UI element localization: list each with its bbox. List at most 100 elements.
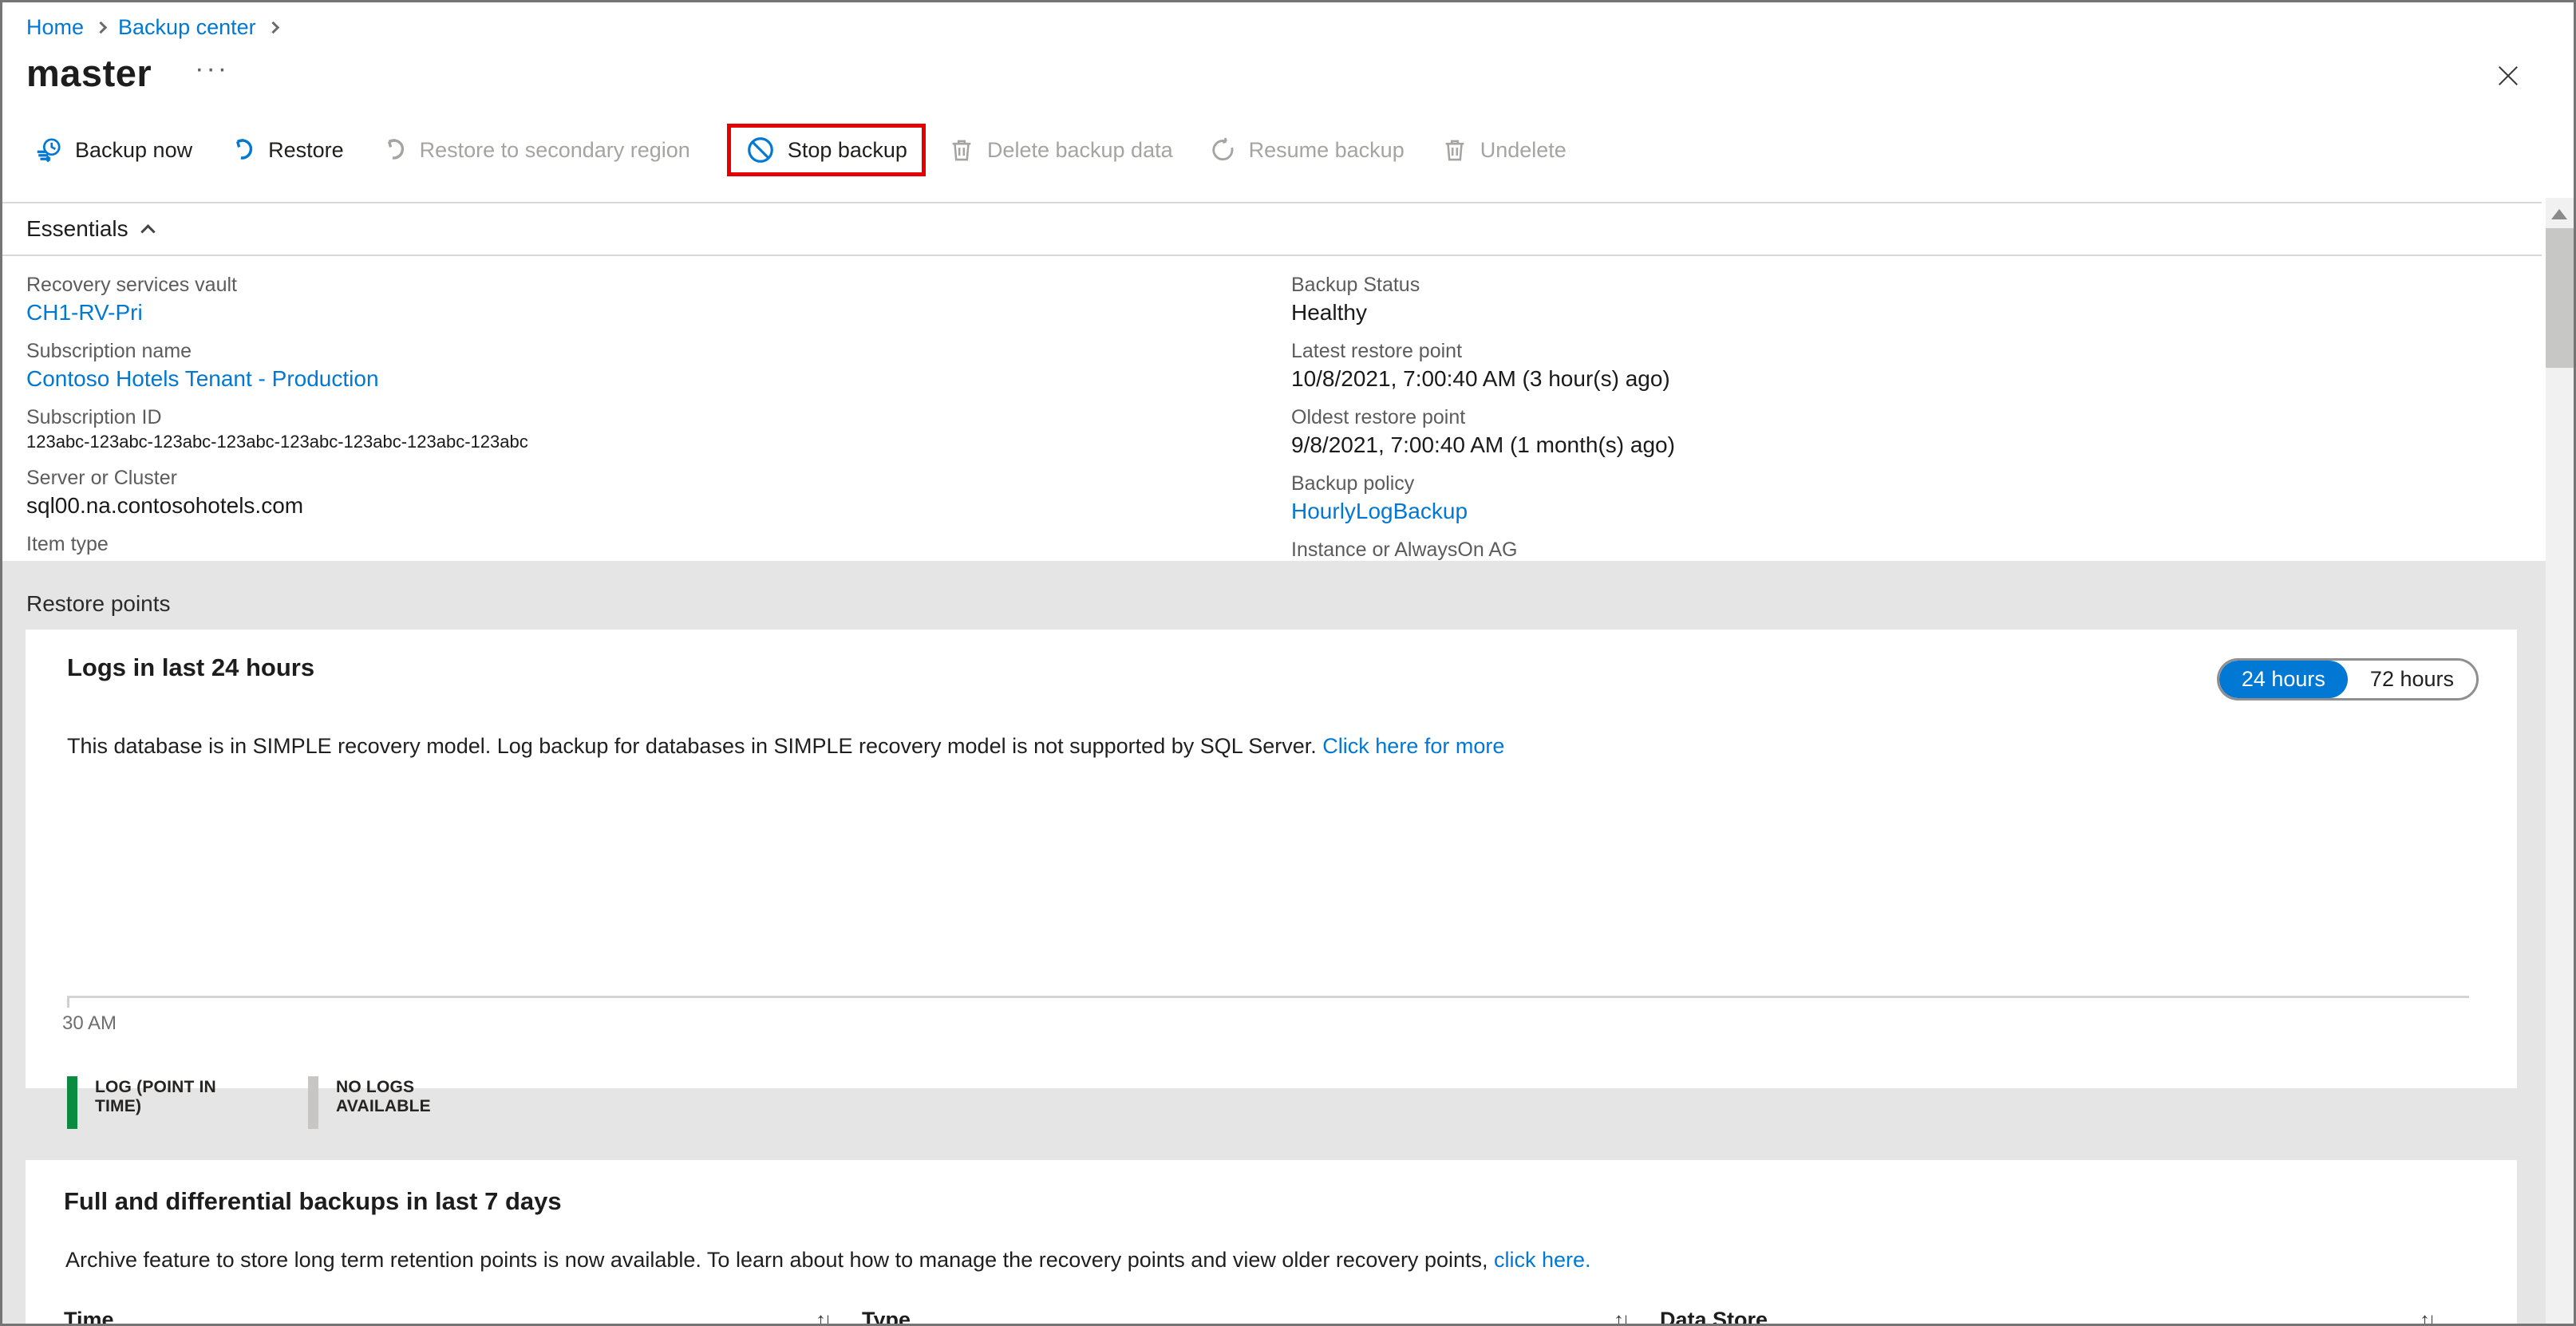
essentials-field: Backup Status Healthy <box>1291 272 2574 327</box>
restore-icon <box>381 136 408 164</box>
essentials-field: Subscription ID 123abc-123abc-123abc-123… <box>26 405 1291 454</box>
click-here-for-more-link[interactable]: Click here for more <box>1322 734 1504 758</box>
essentials-field: Server or Cluster sql00.na.contosohotels… <box>26 465 1291 520</box>
ellipsis-menu-icon[interactable]: ··· <box>195 55 229 82</box>
legend-item-log: LOG (POINT IN TIME) <box>67 1076 257 1129</box>
legend-color-green <box>67 1076 77 1129</box>
toolbar-button-label: Restore to secondary region <box>419 137 690 162</box>
field-label: Instance or AlwaysOn AG <box>1291 539 1518 561</box>
legend-item-no-logs: NO LOGS AVAILABLE <box>308 1076 498 1129</box>
column-header-time: Time ↑↓ <box>64 1308 833 1326</box>
essentials-field: Subscription name Contoso Hotels Tenant … <box>26 338 1291 393</box>
close-icon <box>2496 64 2520 88</box>
backup-item-page: Home Backup center master ··· Backup now… <box>0 0 2576 1326</box>
restore-secondary-region-button[interactable]: Restore to secondary region <box>381 136 690 164</box>
page-top: Home Backup center master ··· Backup now… <box>2 2 2574 590</box>
field-label: Server or Cluster <box>26 467 177 489</box>
chart-axis-tick <box>67 998 69 1008</box>
log-timeline-chart <box>67 759 2479 1008</box>
field-label: Recovery services vault <box>26 274 237 296</box>
close-button[interactable] <box>2487 55 2529 97</box>
restore-icon <box>229 136 256 164</box>
trash-icon <box>948 136 975 164</box>
backups-card: Full and differential backups in last 7 … <box>26 1160 2517 1326</box>
legend-color-gray <box>308 1076 318 1129</box>
essentials-field: Latest restore point 10/8/2021, 7:00:40 … <box>1291 338 2574 393</box>
restore-button[interactable]: Restore <box>229 136 344 164</box>
field-label: Backup policy <box>1291 472 1415 495</box>
sort-icon[interactable]: ↑↓ <box>1614 1308 1631 1324</box>
sort-icon[interactable]: ↑↓ <box>2420 1308 2437 1324</box>
vertical-scrollbar[interactable] <box>2546 198 2574 1324</box>
backups-table-header: Time ↑↓ Type ↑↓ Data Store ↑↓ <box>64 1308 2479 1326</box>
logs-card: Logs in last 24 hours 24 hours 72 hours … <box>26 629 2517 1129</box>
toolbar-divider <box>2 202 2542 203</box>
essentials-right-column: Backup Status Healthy Latest restore poi… <box>1291 272 2574 603</box>
field-label: Oldest restore point <box>1291 406 1466 428</box>
toolbar-button-label: Backup now <box>75 137 193 162</box>
column-header-type: Type ↑↓ <box>862 1308 1631 1326</box>
field-label: Subscription ID <box>26 406 162 428</box>
breadcrumb-backup-center-link[interactable]: Backup center <box>118 15 256 40</box>
delete-backup-data-button[interactable]: Delete backup data <box>948 136 1173 164</box>
undelete-button[interactable]: Undelete <box>1441 136 1567 164</box>
column-header-data-store: Data Store ↑↓ <box>1660 1308 2437 1326</box>
stop-backup-button[interactable]: Stop backup <box>726 124 926 176</box>
legend-label: NO LOGS AVAILABLE <box>336 1078 431 1115</box>
page-title: master <box>26 52 152 94</box>
toggle-24-hours[interactable]: 24 hours <box>2218 661 2348 698</box>
toolbar-button-label: Delete backup data <box>986 137 1173 162</box>
oldest-restore-point-value: 9/8/2021, 7:00:40 AM (1 month(s) ago) <box>1291 432 1675 457</box>
chevron-right-icon <box>94 21 108 34</box>
essentials-field: Oldest restore point 9/8/2021, 7:00:40 A… <box>1291 405 2574 460</box>
backup-now-button[interactable]: Backup now <box>34 136 192 164</box>
latest-restore-point-value: 10/8/2021, 7:00:40 AM (3 hour(s) ago) <box>1291 366 1670 391</box>
field-label: Backup Status <box>1291 274 1420 296</box>
logs-card-message: This database is in SIMPLE recovery mode… <box>67 734 2479 759</box>
column-label: Data Store <box>1660 1308 1768 1326</box>
chart-axis-label: 30 AM <box>62 1012 117 1034</box>
time-range-toggle: 24 hours 72 hours <box>2216 658 2479 700</box>
resume-backup-button[interactable]: Resume backup <box>1210 136 1405 164</box>
toolbar-button-label: Stop backup <box>787 137 907 162</box>
restore-points-section: Restore points Logs in last 24 hours 24 … <box>2 561 2574 1326</box>
backup-now-icon <box>34 136 63 164</box>
toggle-72-hours[interactable]: 72 hours <box>2348 661 2476 698</box>
stop-backup-icon <box>745 135 776 165</box>
backup-status-value: Healthy <box>1291 300 1367 325</box>
toolbar-button-label: Resume backup <box>1248 137 1405 162</box>
backup-policy-link[interactable]: HourlyLogBackup <box>1291 496 2574 526</box>
column-label: Type <box>862 1308 911 1326</box>
field-label: Subscription name <box>26 340 192 362</box>
toolbar-button-label: Undelete <box>1480 137 1567 162</box>
backups-card-message: Archive feature to store long term reten… <box>65 1248 2479 1273</box>
field-label: Latest restore point <box>1291 340 1463 362</box>
server-or-cluster-value: sql00.na.contosohotels.com <box>26 493 304 518</box>
section-title: Restore points <box>26 591 171 616</box>
click-here-link[interactable]: click here. <box>1494 1248 1591 1272</box>
breadcrumb-home-link[interactable]: Home <box>26 15 84 40</box>
essentials-toggle[interactable]: Essentials <box>2 203 210 253</box>
chevron-right-icon <box>267 21 279 34</box>
essentials-field: Backup policy HourlyLogBackup <box>1291 471 2574 526</box>
legend-label: LOG (POINT IN TIME) <box>95 1078 216 1115</box>
title-row: master ··· <box>26 51 2574 95</box>
chevron-up-icon <box>140 223 156 239</box>
field-label: Item type <box>26 533 109 555</box>
subscription-name-link[interactable]: Contoso Hotels Tenant - Production <box>26 364 1291 393</box>
chart-axis-line <box>67 996 2469 1008</box>
essentials-section: Recovery services vault CH1-RV-Pri Subsc… <box>2 256 2574 603</box>
backups-card-title: Full and differential backups in last 7 … <box>64 1187 562 1215</box>
sort-icon[interactable]: ↑↓ <box>816 1308 833 1324</box>
trash-icon <box>1441 136 1468 164</box>
essentials-label: Essentials <box>26 216 128 241</box>
scrollbar-thumb[interactable] <box>2546 228 2574 368</box>
scrollbar-up-arrow-icon[interactable] <box>2551 209 2567 219</box>
column-label: Time <box>64 1308 114 1326</box>
toolbar-button-label: Restore <box>268 137 344 162</box>
breadcrumb: Home Backup center <box>2 2 2574 40</box>
essentials-left-column: Recovery services vault CH1-RV-Pri Subsc… <box>26 272 1291 603</box>
recovery-services-vault-link[interactable]: CH1-RV-Pri <box>26 298 1291 327</box>
message-text: Archive feature to store long term reten… <box>65 1248 1494 1272</box>
message-text: This database is in SIMPLE recovery mode… <box>67 734 1323 758</box>
